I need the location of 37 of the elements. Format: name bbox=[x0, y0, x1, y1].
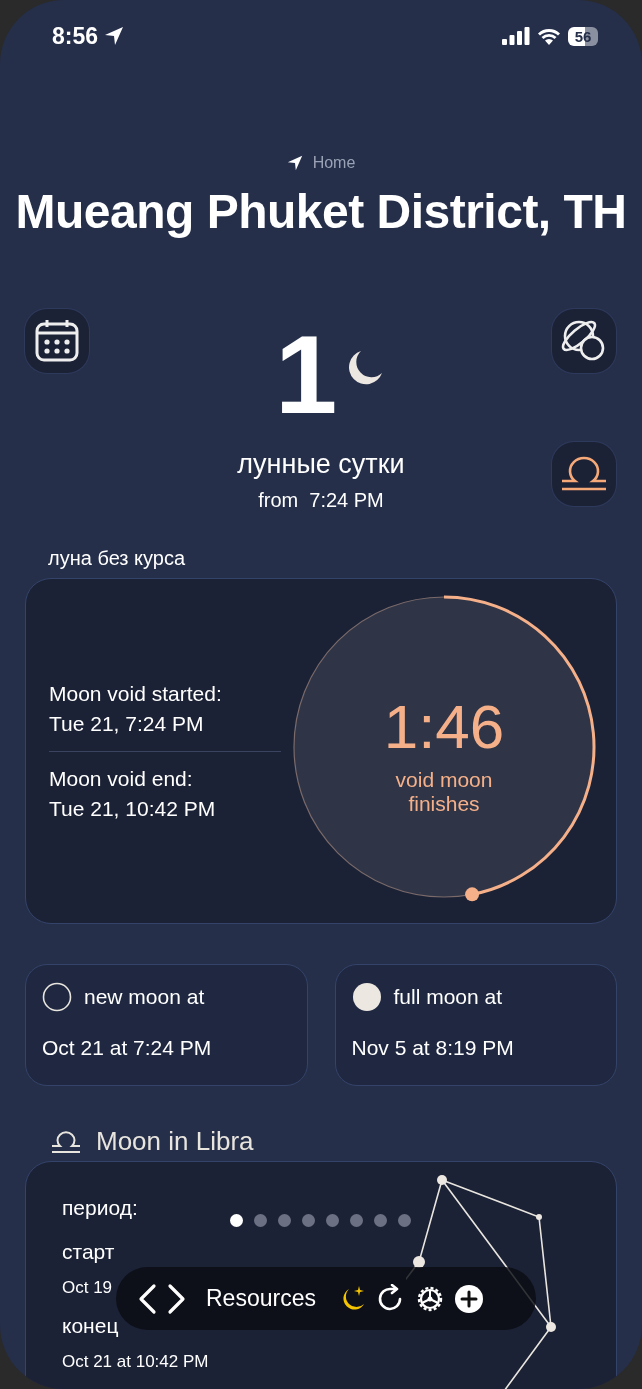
new-moon-icon bbox=[42, 982, 72, 1012]
end-date: Oct 21 at 10:42 PM bbox=[62, 1352, 209, 1372]
lunar-day-start: from 7:24 PM bbox=[257, 489, 385, 512]
crescent-moon-icon bbox=[346, 349, 384, 387]
end-label: конец bbox=[62, 1314, 120, 1338]
start-label: старт bbox=[62, 1240, 116, 1264]
signal-icon bbox=[502, 27, 530, 45]
phase-label: new moon at bbox=[84, 985, 205, 1009]
resources-button[interactable]: Resources bbox=[206, 1285, 316, 1312]
calendar-button[interactable] bbox=[25, 309, 89, 373]
countdown-time: 1:46 bbox=[382, 691, 506, 762]
phase-label: full moon at bbox=[393, 985, 503, 1009]
location-arrow-icon bbox=[104, 26, 125, 46]
countdown-caption: void moon finishes bbox=[394, 768, 494, 816]
phase-date: Oct 21 at 7:24 PM bbox=[42, 1036, 213, 1060]
phase-date: Nov 5 at 8:19 PM bbox=[351, 1036, 515, 1060]
clock-time: 8:56 bbox=[52, 22, 99, 50]
wifi-icon bbox=[537, 27, 561, 45]
libra-sign-icon bbox=[50, 1129, 82, 1154]
location-title: Mueang Phuket District, TH bbox=[14, 184, 628, 239]
start-date: Oct 19 bbox=[62, 1278, 113, 1298]
calendar-icon bbox=[34, 318, 80, 364]
location-arrow-icon bbox=[286, 155, 303, 171]
full-moon-icon bbox=[351, 982, 382, 1012]
add-button[interactable] bbox=[453, 1283, 484, 1314]
battery-level: 56 bbox=[568, 26, 598, 46]
void-end-text: Moon void end: Tue 21, 10:42 PM bbox=[49, 765, 217, 822]
section-heading: луна без курса bbox=[48, 547, 187, 570]
plus-icon bbox=[453, 1283, 484, 1314]
location-label: Home bbox=[312, 154, 356, 172]
lunar-day-title: лунные сутки bbox=[236, 449, 406, 480]
lunar-day-number: 1 bbox=[275, 319, 338, 431]
planets-button[interactable] bbox=[552, 309, 616, 373]
period-label: период: bbox=[62, 1196, 139, 1220]
section-heading: Moon in Libra bbox=[96, 1126, 254, 1157]
libra-button[interactable] bbox=[552, 442, 616, 506]
void-start-text: Moon void started: Tue 21, 7:24 PM bbox=[49, 680, 223, 737]
